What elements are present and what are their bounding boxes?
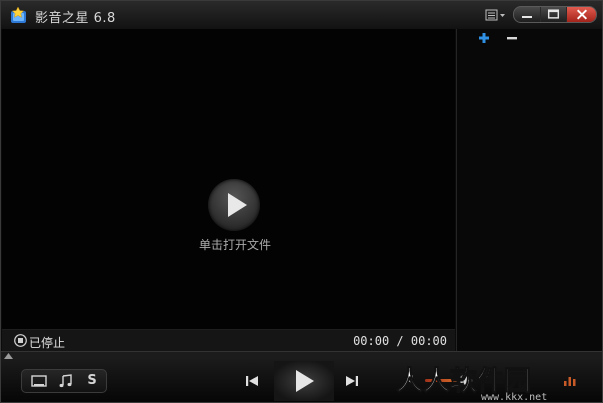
- seek-bar[interactable]: [1, 351, 602, 359]
- app-title: 影音之星 6.8: [35, 11, 116, 26]
- close-button[interactable]: [566, 7, 597, 22]
- mode-switch-group: S: [21, 369, 107, 393]
- video-mode-icon[interactable]: [27, 373, 51, 389]
- play-button[interactable]: [274, 361, 334, 401]
- playback-state: 已停止: [29, 336, 66, 350]
- plus-icon[interactable]: [477, 31, 491, 45]
- maximize-button[interactable]: [540, 7, 566, 22]
- open-file-link[interactable]: 单击打开文件: [198, 236, 272, 253]
- video-display-area[interactable]: 单击打开文件: [2, 29, 455, 329]
- player-window: 影音之星 6.8 单击打开文件 已停止 00:00 / 00:00 S 人人软件…: [0, 0, 603, 403]
- playlist-panel[interactable]: [456, 29, 602, 351]
- big-play-button[interactable]: [208, 179, 260, 231]
- next-track-icon[interactable]: [342, 371, 362, 391]
- minus-icon[interactable]: [505, 31, 519, 45]
- play-icon: [296, 370, 314, 392]
- window-controls: [513, 6, 597, 23]
- play-icon: [228, 193, 247, 217]
- minimize-button[interactable]: [514, 7, 540, 22]
- title-bar[interactable]: 影音之星 6.8: [1, 1, 602, 29]
- status-bar: 已停止 00:00 / 00:00: [2, 329, 455, 351]
- previous-track-icon[interactable]: [242, 371, 262, 391]
- app-logo-icon: [11, 6, 26, 23]
- s-mode-button[interactable]: S: [80, 373, 104, 389]
- time-display: 00:00 / 00:00: [353, 334, 447, 348]
- watermark-url: www.kkx.net: [481, 392, 548, 403]
- music-mode-icon[interactable]: [54, 373, 78, 389]
- stop-status-icon: [14, 334, 27, 347]
- main-menu-icon[interactable]: [482, 7, 508, 23]
